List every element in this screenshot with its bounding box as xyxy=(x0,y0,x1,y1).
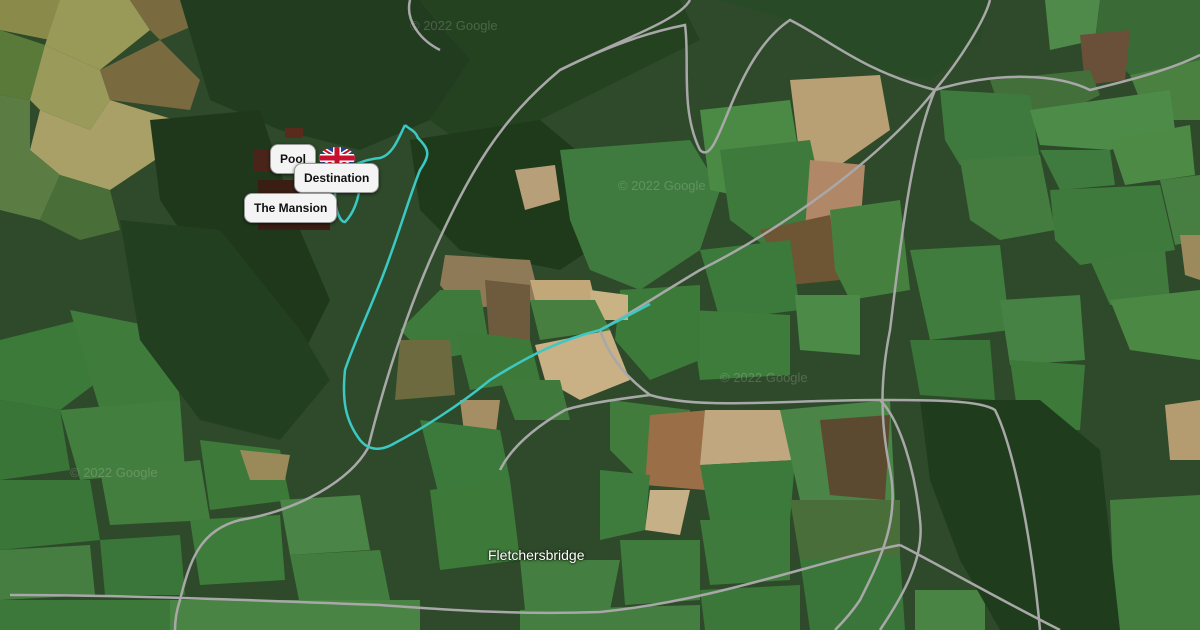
satellite-map[interactable]: © 2022 Google © 2022 Google © 2022 Googl… xyxy=(0,0,1200,630)
field xyxy=(0,400,70,480)
map-imagery xyxy=(0,0,1200,630)
marker-destination[interactable]: Destination xyxy=(294,163,380,193)
field xyxy=(290,550,390,605)
field xyxy=(700,410,795,465)
field xyxy=(0,480,100,550)
field xyxy=(700,460,795,520)
field xyxy=(620,540,700,605)
field xyxy=(1165,400,1200,460)
map-watermark: © 2022 Google xyxy=(618,178,706,193)
field xyxy=(915,590,985,630)
field xyxy=(940,90,1040,165)
field xyxy=(1000,295,1085,365)
field xyxy=(0,545,95,600)
map-watermark: © 2022 Google xyxy=(410,18,498,33)
field xyxy=(100,535,185,595)
map-watermark: © 2022 Google xyxy=(720,370,808,385)
field xyxy=(795,295,860,355)
marker-the-mansion[interactable]: The Mansion xyxy=(244,193,338,223)
place-label-fletchersbridge: Fletchersbridge xyxy=(488,547,585,563)
field xyxy=(645,410,710,490)
field xyxy=(600,470,650,540)
field xyxy=(395,340,455,400)
map-watermark: © 2022 Google xyxy=(70,465,158,480)
field xyxy=(0,600,170,630)
field xyxy=(1110,495,1200,630)
field xyxy=(790,500,900,560)
field xyxy=(820,415,890,500)
building xyxy=(285,128,303,138)
field xyxy=(520,560,620,610)
field xyxy=(910,340,995,400)
field xyxy=(190,515,285,585)
field xyxy=(530,280,595,300)
